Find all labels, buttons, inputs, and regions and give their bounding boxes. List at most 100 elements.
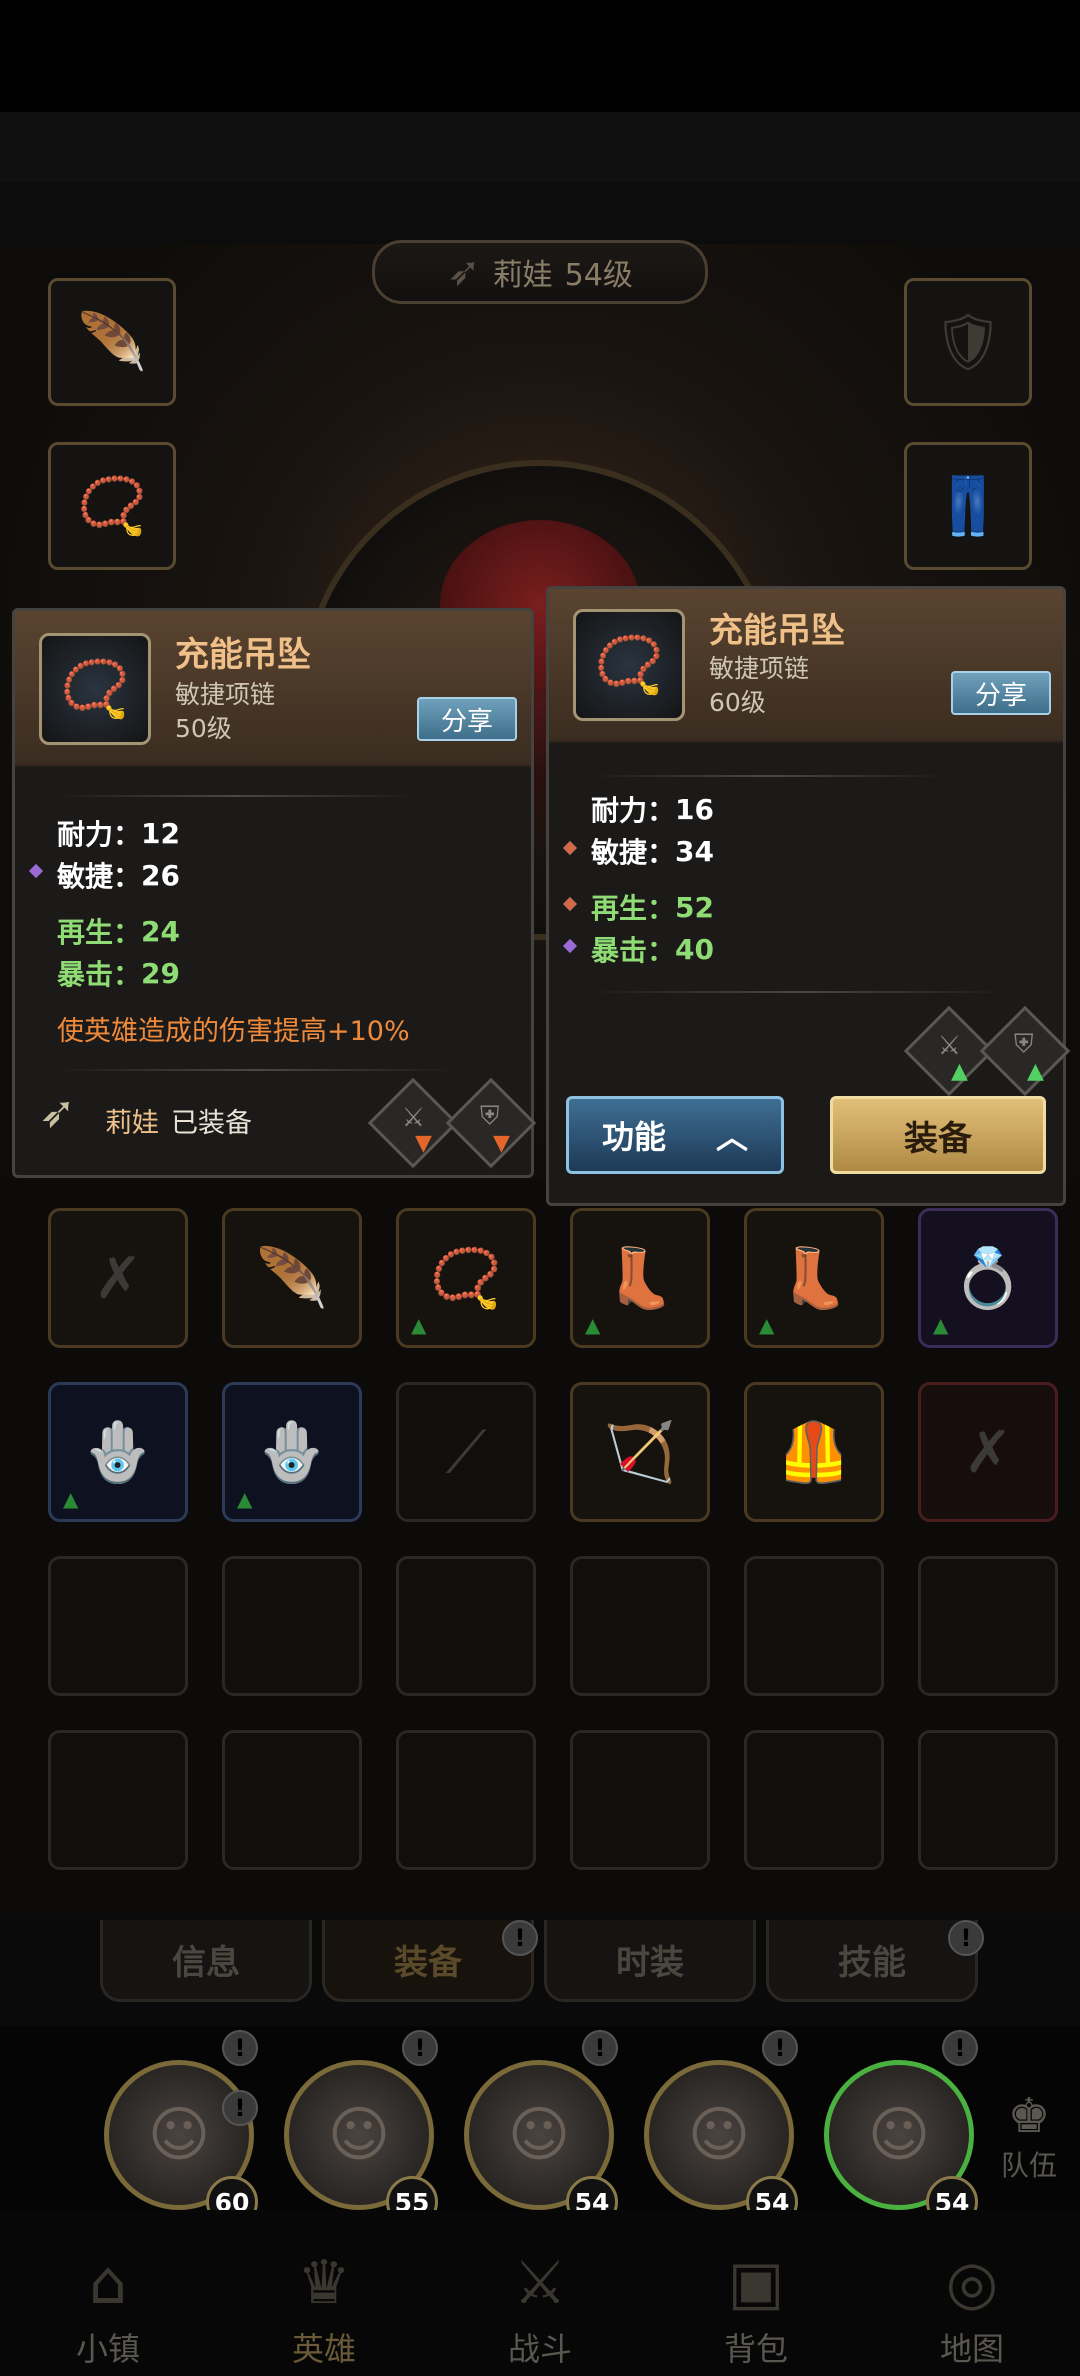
- inventory-item[interactable]: 💍 ▲: [918, 1208, 1058, 1348]
- inventory-empty-slot[interactable]: [396, 1556, 536, 1696]
- inventory-item[interactable]: 📿 ▲: [396, 1208, 536, 1348]
- stat-crit: 暴击： 40: [591, 932, 714, 968]
- tab-info[interactable]: 信息: [100, 1920, 312, 2002]
- inventory-empty-slot[interactable]: [396, 1730, 536, 1870]
- equipped-item-tooltip: 📿 充能吊坠 敏捷项链 50级 分享 耐力： 12 敏捷： 26 再生： 24 暴击：…: [12, 608, 537, 1178]
- upgrade-arrow-icon: ▲: [933, 1313, 949, 1337]
- amulet-icon: 🪬: [81, 1417, 155, 1486]
- inventory-item[interactable]: 🦺: [744, 1382, 884, 1522]
- inventory-empty-slot[interactable]: [570, 1730, 710, 1870]
- stat-crit: 暴击： 29: [57, 956, 180, 992]
- inventory-empty-slot[interactable]: [222, 1556, 362, 1696]
- nav-label: 小镇: [75, 2330, 140, 2368]
- share-button[interactable]: 分享: [417, 697, 517, 741]
- nav-town[interactable]: ⌂ 小镇: [28, 2230, 188, 2370]
- inventory-item[interactable]: ✗: [918, 1382, 1058, 1522]
- inventory-item[interactable]: 🪬 ▲: [222, 1382, 362, 1522]
- inventory-item[interactable]: 🪬 ▲: [48, 1382, 188, 1522]
- alert-badge: !: [948, 1920, 984, 1956]
- tab-costume[interactable]: 时装: [544, 1920, 756, 2002]
- slot-hat[interactable]: 🪶: [48, 278, 176, 406]
- special-effect: 使英雄造成的伤害提高+10%: [57, 1016, 410, 1047]
- stat-marker: [562, 938, 578, 954]
- slot-armor[interactable]: 🛡: [904, 278, 1032, 406]
- hero-face-icon: ☺: [867, 2100, 931, 2170]
- divider: [55, 1069, 455, 1071]
- nav-label: 地图: [939, 2330, 1004, 2368]
- inventory-empty-slot[interactable]: [48, 1556, 188, 1696]
- chess-icon: ♚: [1007, 2088, 1051, 2144]
- necklace-icon: 📿: [573, 609, 685, 721]
- hero-name: 莉娃: [492, 258, 553, 293]
- header-band: [0, 112, 1080, 182]
- header-band-2: [0, 182, 1080, 244]
- equipped-by: 莉娃 已装备: [105, 1101, 252, 1140]
- defense-compare-icon: ⛨: [445, 1077, 537, 1169]
- item-type: 敏捷项链: [175, 680, 276, 709]
- inventory-item[interactable]: 👢 ▲: [744, 1208, 884, 1348]
- inventory-empty-slot[interactable]: [48, 1730, 188, 1870]
- necklace-icon: 📿: [429, 1243, 503, 1312]
- stat-agility: 敏捷： 26: [57, 858, 180, 894]
- pants-icon: 👖: [933, 474, 1003, 539]
- amulet-icon: 🪬: [255, 1417, 329, 1486]
- hero-level: 54级: [564, 258, 633, 293]
- inventory-empty-slot[interactable]: [918, 1730, 1058, 1870]
- share-button[interactable]: 分享: [951, 671, 1051, 715]
- ring-icon: 💍: [951, 1243, 1025, 1312]
- nav-label: 战斗: [507, 2330, 572, 2368]
- inventory-empty-slot[interactable]: [744, 1730, 884, 1870]
- nav-map[interactable]: ◎ 地图: [892, 2230, 1052, 2370]
- function-button-label: 功能: [601, 1118, 666, 1156]
- hero-face-icon: ☺: [327, 2100, 391, 2170]
- armor-icon: 🛡: [932, 310, 1004, 375]
- team-button[interactable]: ♚ 队伍: [984, 2088, 1074, 2208]
- bow-icon: 🏹: [603, 1417, 677, 1486]
- equip-button[interactable]: 装备: [830, 1096, 1046, 1174]
- stat-stamina: 耐力： 12: [57, 816, 180, 852]
- down-arrow-icon: ▼: [415, 1131, 432, 1156]
- stat-regen: 再生： 24: [57, 914, 180, 950]
- alert-badge: !: [942, 2030, 978, 2066]
- upgrade-arrow-icon: ▲: [585, 1313, 601, 1337]
- boots-icon: 👢: [777, 1243, 851, 1312]
- stat-marker: [562, 840, 578, 856]
- equipped-label: 已装备: [171, 1108, 252, 1139]
- inventory-item[interactable]: 🪶: [222, 1208, 362, 1348]
- nav-backpack[interactable]: ▣ 背包: [676, 2230, 836, 2370]
- nav-battle[interactable]: ⚔ 战斗: [460, 2230, 620, 2370]
- bow-icon: ➶: [447, 249, 481, 295]
- inventory-empty-slot[interactable]: [570, 1556, 710, 1696]
- item-level: 60级: [709, 688, 766, 717]
- inventory-item[interactable]: 🏹: [570, 1382, 710, 1522]
- status-bar: [0, 0, 1080, 112]
- compass-icon: ◎: [945, 2248, 999, 2318]
- nav-label: 背包: [723, 2330, 788, 2368]
- slot-necklace[interactable]: 📿: [48, 442, 176, 570]
- inventory-empty-slot[interactable]: [222, 1730, 362, 1870]
- alert-badge: !: [222, 2030, 258, 2066]
- nav-heroes[interactable]: ♛ 英雄: [244, 2230, 404, 2370]
- inventory-item[interactable]: ⟋: [396, 1382, 536, 1522]
- chevron-up-icon: ︿: [716, 1118, 749, 1156]
- feather-hat-icon: 🪶: [77, 310, 147, 375]
- up-arrow-icon: ▲: [951, 1059, 968, 1084]
- item-name: 充能吊坠: [709, 611, 845, 651]
- hero-face-icon: ☺: [687, 2100, 751, 2170]
- divider: [55, 795, 415, 797]
- spear-icon: ⟋: [445, 1417, 487, 1486]
- inventory-empty-slot[interactable]: [918, 1556, 1058, 1696]
- upgrade-arrow-icon: ▲: [237, 1487, 253, 1511]
- inventory-empty-slot[interactable]: [744, 1556, 884, 1696]
- tab-skills[interactable]: 技能: [766, 1920, 978, 2002]
- upgrade-arrow-icon: ▲: [63, 1487, 79, 1511]
- upgrade-arrow-icon: ▲: [759, 1313, 775, 1337]
- inventory-item[interactable]: ✗: [48, 1208, 188, 1348]
- inventory-item[interactable]: 👢 ▲: [570, 1208, 710, 1348]
- divider: [589, 775, 949, 777]
- backpack-icon: ▣: [727, 2248, 785, 2318]
- slot-pants[interactable]: 👖: [904, 442, 1032, 570]
- function-button[interactable]: 功能 ︿: [566, 1096, 784, 1174]
- item-level: 50级: [175, 714, 232, 743]
- stat-marker: [28, 863, 44, 879]
